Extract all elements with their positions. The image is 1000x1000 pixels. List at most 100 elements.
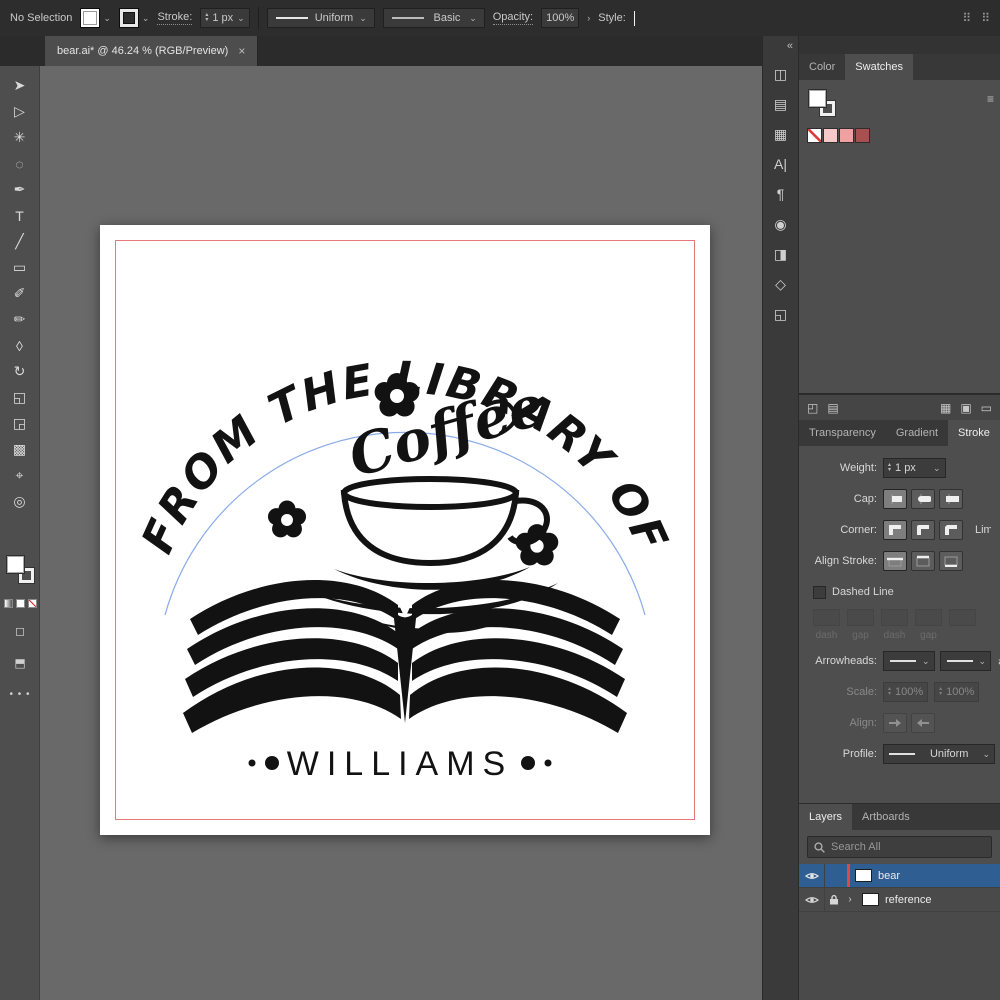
chevron-down-icon[interactable]: ⌄ [979,657,987,666]
stroke-weight-value[interactable]: 1 px [212,12,233,24]
chevron-down-icon[interactable]: ⌄ [359,14,367,23]
close-icon[interactable]: × [238,44,245,58]
eyedropper-tool-icon[interactable]: ⌖ [7,466,33,485]
artboard[interactable]: FROM THE LIBRARY OF Coffee [100,225,710,835]
align-panel-icon[interactable]: ▤ [774,97,787,111]
profile-value[interactable]: Uniform [315,12,354,24]
swatch[interactable] [855,128,870,143]
layer-thumbnail[interactable] [855,869,872,882]
round-cap-button[interactable] [911,489,935,509]
shape-builder-tool-icon[interactable]: ◲ [7,414,33,433]
stepper-icon[interactable]: ▴▾ [888,463,891,473]
rectangle-tool-icon[interactable]: ▭ [7,258,33,277]
document-tab[interactable]: bear.ai* @ 46.24 % (RGB/Preview) × [45,36,258,66]
dash-input[interactable] [881,609,908,626]
fill-color-dropdown[interactable]: ⌄ [80,8,111,28]
gap-input[interactable] [915,609,942,626]
asset-export-panel-icon[interactable]: ◱ [774,307,787,321]
lock-icon[interactable] [825,894,843,905]
pencil-tool-icon[interactable]: ✏ [7,310,33,329]
stroke-weight-field[interactable]: ▴▾ 1 px ⌄ [883,458,946,478]
dash-input[interactable] [813,609,840,626]
chevron-down-icon[interactable]: ⌄ [922,657,930,666]
align-arrowhead-start-button[interactable] [883,713,907,733]
new-swatch-icon[interactable]: ▣ [960,401,971,415]
collapse-panels-icon[interactable]: « [787,40,793,52]
butt-cap-button[interactable] [883,489,907,509]
visibility-eye-icon[interactable] [799,864,825,887]
miter-join-button[interactable] [883,520,907,540]
tab-stroke[interactable]: Stroke [948,420,1000,446]
chevron-down-icon[interactable]: ⌄ [237,14,245,23]
fill-swatch[interactable] [80,8,100,28]
stepper-icon[interactable]: ▴▾ [205,13,208,23]
tab-transparency[interactable]: Transparency [799,420,886,446]
arrowhead-scale-start-field[interactable]: ▴▾ 100% [883,682,928,702]
swatch[interactable] [839,128,854,143]
direct-selection-tool-icon[interactable]: ▷ [7,102,33,121]
tab-artboards[interactable]: Artboards [852,804,920,830]
projecting-cap-button[interactable] [939,489,963,509]
workspace-grid-icon[interactable]: ⠿ [962,11,971,25]
rotate-tool-icon[interactable]: ↻ [7,362,33,381]
paragraph-panel-icon[interactable]: ¶ [777,187,785,201]
chevron-down-icon[interactable]: ⌄ [933,464,941,473]
swatch-kinds-icon[interactable]: ▤ [827,401,838,415]
align-stroke-center-button[interactable] [883,551,907,571]
chevron-right-icon[interactable]: › [587,14,590,23]
layers-search-input[interactable]: Search All [807,836,992,858]
zoom-tool-icon[interactable]: ◎ [7,492,33,511]
layer-name[interactable]: reference [885,894,931,906]
tab-color[interactable]: Color [799,54,845,80]
opacity-panel-link[interactable]: Opacity: [493,11,533,25]
stroke-weight-field[interactable]: ▴▾ 1 px ⌄ [200,8,249,28]
layer-row-bear[interactable]: bear [799,864,1000,888]
line-segment-tool-icon[interactable]: ╱ [7,232,33,251]
swatch[interactable] [823,128,838,143]
character-panel-icon[interactable]: A| [774,157,787,171]
swatches-fill-stroke-indicator[interactable] [809,90,835,116]
stroke-swatch[interactable] [119,8,139,28]
swatch-none[interactable] [807,128,822,143]
opacity-field[interactable]: 100% [541,8,579,28]
eraser-tool-icon[interactable]: ◊ [7,336,33,355]
chevron-down-icon[interactable]: ⌄ [142,14,150,23]
tab-gradient[interactable]: Gradient [886,420,948,446]
width-profile-dropdown[interactable]: Uniform ⌄ [883,744,995,764]
delete-swatch-icon[interactable]: ▭ [981,401,992,415]
type-tool-icon[interactable]: T [7,206,33,225]
symbols-panel-icon[interactable]: ◇ [775,277,786,291]
layer-row-reference[interactable]: › reference [799,888,1000,912]
stroke-panel-link[interactable]: Stroke: [157,11,192,25]
gradient-tool-icon[interactable]: ▩ [7,440,33,459]
bevel-join-button[interactable] [939,520,963,540]
profile-value[interactable]: Uniform [930,748,969,760]
variable-width-profile-dropdown[interactable]: Uniform ⌄ [267,8,375,28]
magic-wand-tool-icon[interactable]: ✳ [7,128,33,147]
gradient-panel-icon[interactable]: ◉ [774,217,786,231]
dash-input[interactable] [949,609,976,626]
tab-layers[interactable]: Layers [799,804,852,830]
layer-thumbnail[interactable] [862,893,879,906]
arrowhead-start-dropdown[interactable]: ⌄ [883,651,935,671]
gap-input[interactable] [847,609,874,626]
libraries-panel-icon[interactable]: ◫ [774,67,787,81]
layer-name[interactable]: bear [878,870,900,882]
arrowhead-scale-end-field[interactable]: ▴▾ 100% [934,682,979,702]
opacity-value[interactable]: 100% [546,12,574,24]
tab-swatches[interactable]: Swatches [845,54,913,80]
weight-value[interactable]: 1 px [895,462,929,474]
new-color-group-icon[interactable]: ▦ [940,401,951,415]
swatch-libraries-icon[interactable]: ◰ [807,401,818,415]
align-stroke-inside-button[interactable] [911,551,935,571]
visibility-eye-icon[interactable] [799,888,825,911]
chevron-down-icon[interactable]: ⌄ [469,14,477,23]
align-stroke-outside-button[interactable] [939,551,963,571]
scale-tool-icon[interactable]: ◱ [7,388,33,407]
paintbrush-tool-icon[interactable]: ✐ [7,284,33,303]
selection-tool-icon[interactable]: ➤ [7,76,33,95]
appearance-panel-icon[interactable]: ◨ [774,247,787,261]
pathfinder-panel-icon[interactable]: ▦ [774,127,787,141]
canvas[interactable]: FROM THE LIBRARY OF Coffee [40,66,762,1000]
document-tab-title[interactable]: bear.ai* @ 46.24 % (RGB/Preview) [57,45,228,57]
